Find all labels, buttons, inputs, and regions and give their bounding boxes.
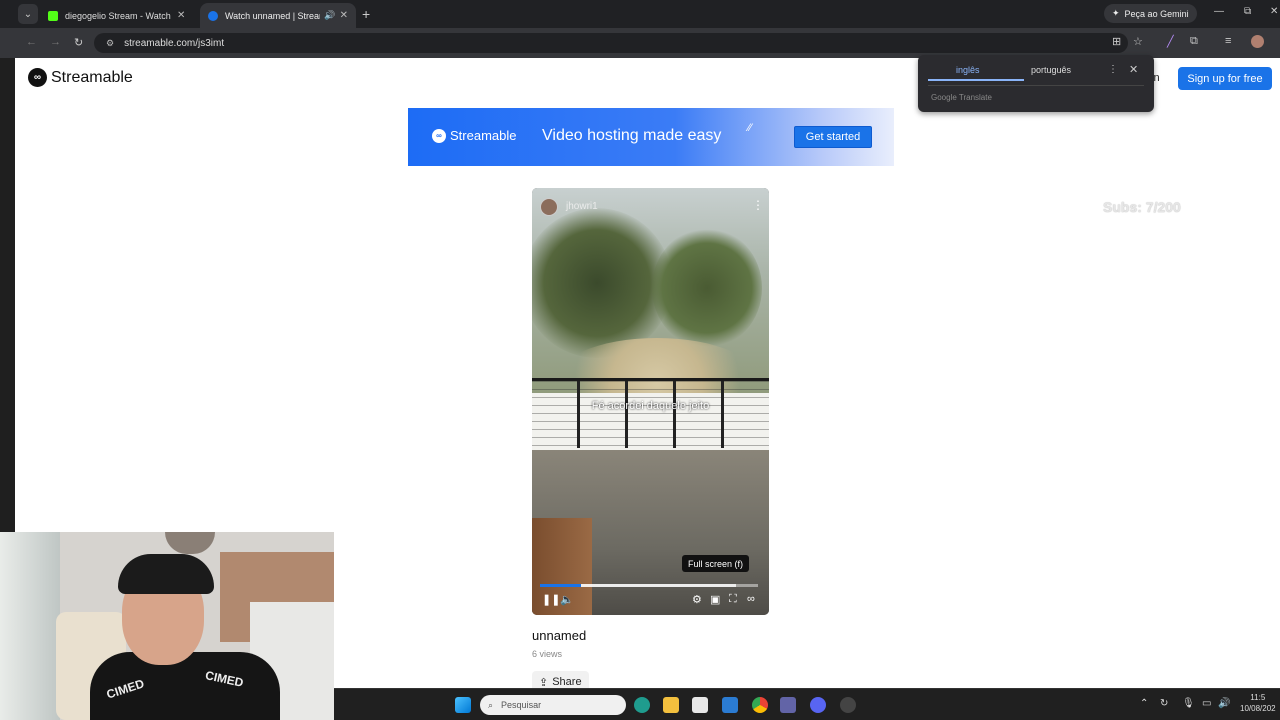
pause-icon[interactable]: ❚❚ <box>542 593 560 606</box>
video-frame-tree <box>652 228 762 348</box>
minimize-button[interactable]: — <box>1214 6 1224 17</box>
pen-extension-icon[interactable]: ╱ <box>1167 35 1174 48</box>
target-language-tab[interactable]: português <box>1031 65 1071 75</box>
banner-logo: ∞ Streamable <box>432 128 516 143</box>
webcam-overlay: CIMED CIMED <box>0 532 334 720</box>
streamable-icon <box>208 10 218 21</box>
tab-search-button[interactable]: ⌄ <box>18 4 38 24</box>
video-username: jhowri1 <box>566 201 598 212</box>
microphone-icon[interactable]: 🎙 <box>1182 698 1195 709</box>
close-icon[interactable]: ✕ <box>1129 63 1138 76</box>
tab-title: Watch unnamed | Streamable <box>225 10 320 21</box>
subs-overlay: Subs: 7/200 <box>1103 199 1181 215</box>
tab-title: diegogelio Stream - Watch Live <box>65 10 173 21</box>
fullscreen-tooltip: Full screen (f) <box>682 555 750 572</box>
sparkle-icon: ⁄⁄ <box>748 122 752 134</box>
share-label: Share <box>552 676 582 688</box>
search-placeholder: Pesquisar <box>501 700 542 710</box>
signup-button[interactable]: Sign up for free <box>1178 67 1272 90</box>
banner-logo-text: Streamable <box>450 128 517 143</box>
picture-in-picture-icon[interactable]: ▣ <box>710 593 720 606</box>
forward-icon[interactable]: → <box>50 36 61 48</box>
clock-date: 10/08/202 <box>1240 704 1276 713</box>
more-options-icon[interactable]: ⋮ <box>752 198 764 212</box>
taskbar-search[interactable]: ⌕ Pesquisar <box>480 695 626 715</box>
translate-icon[interactable]: ⊞ <box>1112 35 1121 48</box>
video-player[interactable]: jhowri1 ⋮ Fé acordei daquele jeito Full … <box>532 188 769 615</box>
speaker-icon[interactable]: 🔊 <box>324 10 335 21</box>
app-icon[interactable] <box>840 697 856 713</box>
search-icon: ⌕ <box>488 699 494 710</box>
new-tab-button[interactable]: + <box>362 6 370 22</box>
media-control-icon[interactable]: ≡ <box>1225 35 1231 47</box>
translate-popup: inglês português ⋮ ✕ Google Translate <box>918 55 1154 112</box>
video-frame-railing <box>532 378 769 448</box>
sync-icon[interactable]: ↻ <box>1160 698 1168 709</box>
video-user-avatar <box>540 198 558 216</box>
site-info-icon[interactable]: ⚙ <box>106 38 114 49</box>
sparkle-icon: ✦ <box>1112 8 1120 18</box>
google-translate-brand: Google Translate <box>931 93 992 102</box>
more-options-icon[interactable]: ⋮ <box>1108 64 1118 75</box>
tab-kick-stream[interactable]: diegogelio Stream - Watch Live ✕ <box>40 3 196 28</box>
display-icon[interactable]: ▭ <box>1202 698 1211 709</box>
file-explorer-icon[interactable] <box>663 697 679 713</box>
get-started-button[interactable]: Get started <box>794 126 872 148</box>
extensions-icon[interactable]: ⧉ <box>1190 35 1198 48</box>
logo-text: Streamable <box>51 68 133 86</box>
volume-icon[interactable]: 🔈 <box>560 593 574 606</box>
back-icon[interactable]: ← <box>26 36 37 48</box>
close-tab-icon[interactable]: ✕ <box>177 10 185 21</box>
clock-time: 11:5 <box>1250 693 1266 702</box>
kick-icon <box>48 10 58 21</box>
share-button[interactable]: ⇪ Share <box>532 671 589 688</box>
profile-avatar[interactable] <box>1251 35 1264 48</box>
windows-start-icon[interactable] <box>455 697 471 713</box>
window-background <box>0 532 60 720</box>
store-icon[interactable] <box>692 697 708 713</box>
reload-icon[interactable]: ↻ <box>74 36 83 49</box>
chrome-icon[interactable] <box>752 697 768 713</box>
promo-banner[interactable]: ∞ Streamable Video hosting made easy ⁄⁄ … <box>408 108 894 166</box>
windows-taskbar: ⌕ Pesquisar ⌃ ↻ 🎙 ▭ 🔊 11:5 10/08/202 <box>334 688 1280 720</box>
lamp <box>165 532 215 554</box>
taskbar-clock[interactable]: 11:5 10/08/202 <box>1240 692 1276 714</box>
gemini-button[interactable]: ✦ Peça ao Gemini <box>1104 4 1197 23</box>
banner-tagline: Video hosting made easy <box>542 127 722 144</box>
streamable-logo-icon: ∞ <box>28 68 47 87</box>
video-title: unnamed <box>532 628 587 643</box>
address-bar[interactable]: ⚙ streamable.com/js3imt <box>94 33 1128 53</box>
active-tab-indicator <box>928 79 1024 81</box>
bookmark-star-icon[interactable]: ☆ <box>1133 35 1143 48</box>
volume-icon[interactable]: 🔊 <box>1218 698 1230 709</box>
share-icon: ⇪ <box>539 676 549 689</box>
tab-streamable[interactable]: Watch unnamed | Streamable 🔊 ✕ <box>200 3 356 28</box>
edge-icon[interactable] <box>634 697 650 713</box>
view-count: 6 views <box>532 649 563 659</box>
url-text: streamable.com/js3imt <box>124 37 225 49</box>
source-language-tab[interactable]: inglês <box>956 65 980 75</box>
gemini-label: Peça ao Gemini <box>1124 8 1189 19</box>
progress-bar[interactable] <box>540 584 758 587</box>
streamable-logo-icon[interactable]: ∞ <box>747 593 755 605</box>
mail-icon[interactable] <box>722 697 738 713</box>
divider <box>928 85 1144 86</box>
streamable-logo-icon: ∞ <box>432 128 446 143</box>
progress-played <box>540 584 581 587</box>
discord-icon[interactable] <box>810 697 826 713</box>
close-window-button[interactable]: ✕ <box>1270 6 1278 17</box>
streamable-logo[interactable]: ∞ Streamable <box>28 68 133 87</box>
teams-icon[interactable] <box>780 697 796 713</box>
maximize-button[interactable]: ⧉ <box>1244 6 1251 17</box>
video-caption: Fé acordei daquele jeito <box>591 400 710 412</box>
settings-gear-icon[interactable]: ⚙ <box>692 593 702 606</box>
fullscreen-icon[interactable]: ⛶ <box>729 593 737 606</box>
close-tab-icon[interactable]: ✕ <box>340 10 348 21</box>
tray-overflow-icon[interactable]: ⌃ <box>1140 698 1148 709</box>
person-cap <box>118 554 214 594</box>
